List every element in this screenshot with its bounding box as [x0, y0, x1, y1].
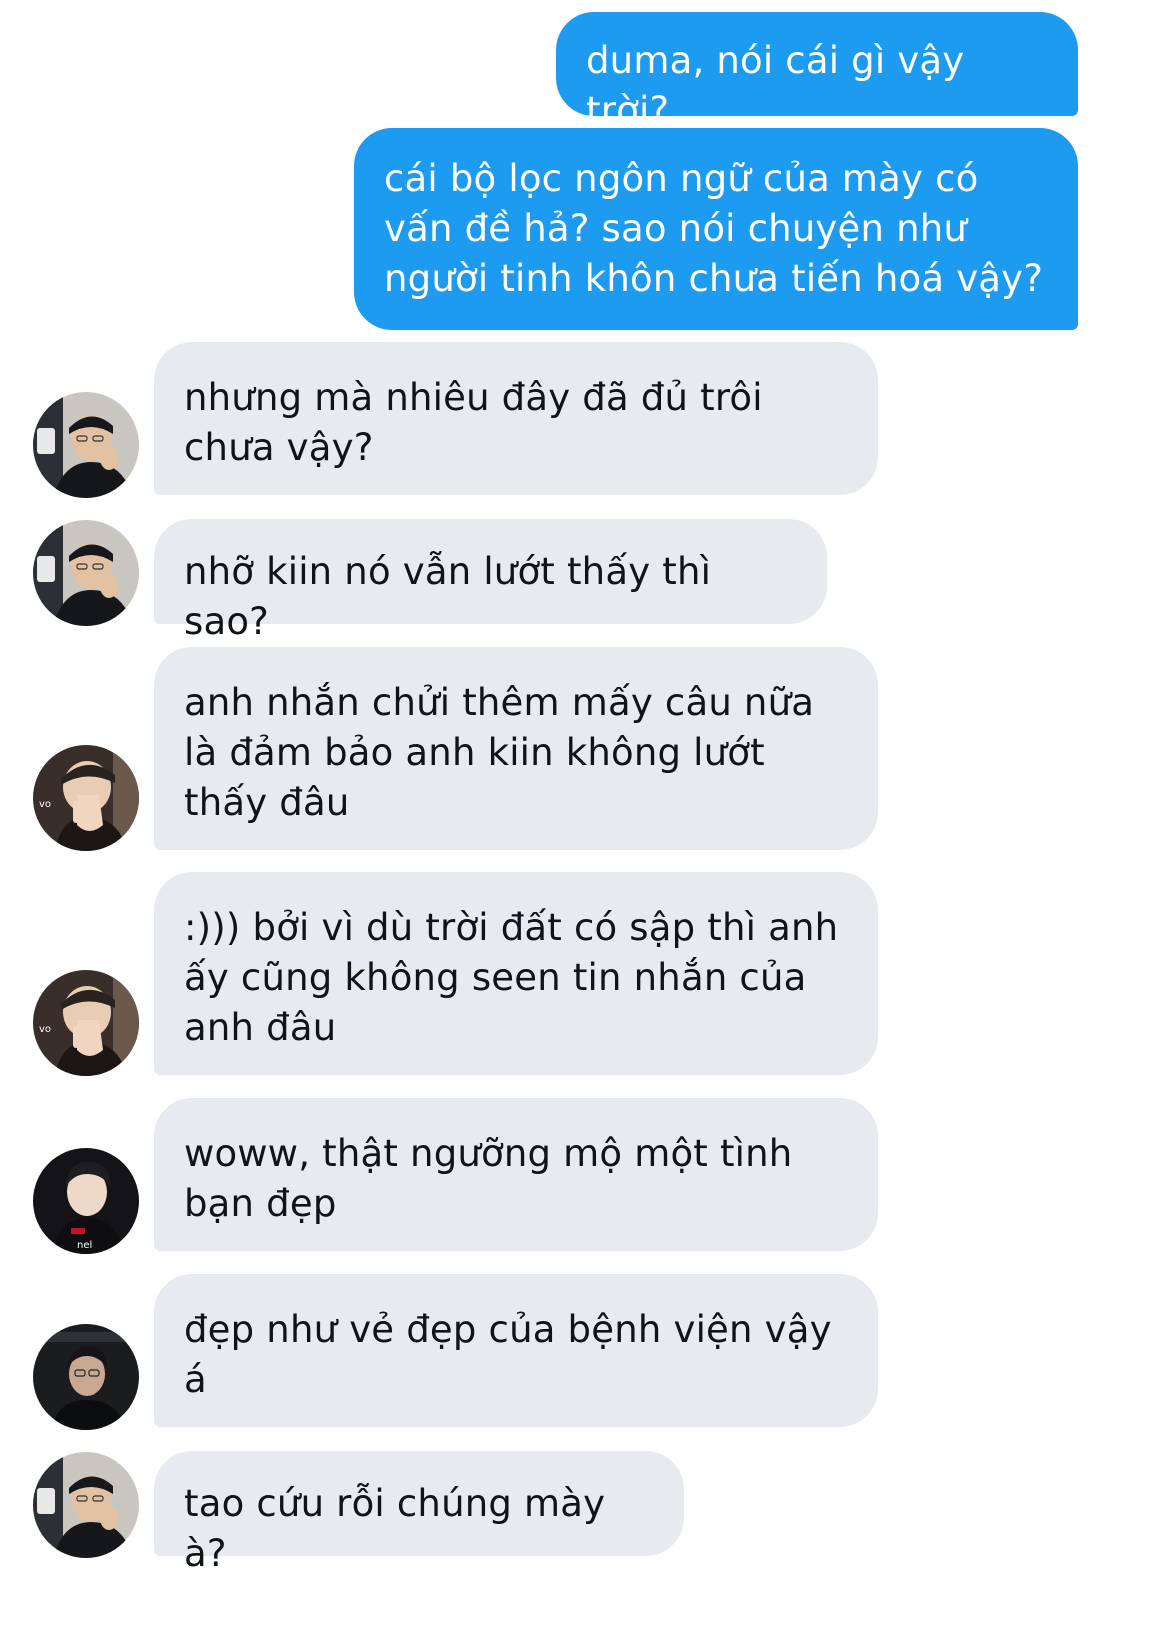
message-bubble-incoming[interactable]: đẹp như vẻ đẹp của bệnh viện vậy á: [154, 1274, 878, 1427]
user-photo-icon: vo: [33, 970, 139, 1076]
avatar-user-a[interactable]: [33, 520, 139, 626]
user-photo-icon: [33, 1324, 139, 1430]
svg-text:nel: nel: [77, 1240, 92, 1251]
message-bubble-incoming[interactable]: :))) bởi vì dù trời đất có sập thì anh ấ…: [154, 872, 878, 1075]
avatar-user-c[interactable]: nel: [33, 1148, 139, 1254]
avatar-user-b[interactable]: vo: [33, 745, 139, 851]
svg-text:vo: vo: [39, 1024, 51, 1035]
message-bubble-outgoing[interactable]: cái bộ lọc ngôn ngữ của mày có vấn đề hả…: [354, 128, 1078, 330]
user-photo-icon: [33, 520, 139, 626]
message-bubble-incoming[interactable]: tao cứu rỗi chúng mày à?: [154, 1451, 684, 1575]
user-photo-icon: vo: [33, 745, 139, 851]
avatar-user-b[interactable]: vo: [33, 970, 139, 1076]
message-bubble-incoming[interactable]: nhưng mà nhiêu đây đã đủ trôi chưa vậy?: [154, 342, 878, 495]
avatar-user-d[interactable]: [33, 1324, 139, 1430]
chat-thread: duma, nói cái gì vậy trời? cái bộ lọc ng…: [0, 0, 1170, 1650]
avatar-user-a[interactable]: [33, 392, 139, 498]
message-bubble-incoming[interactable]: nhỡ kiin nó vẫn lướt thấy thì sao?: [154, 519, 827, 643]
user-photo-icon: [33, 1452, 139, 1558]
user-photo-icon: [33, 392, 139, 498]
message-bubble-incoming[interactable]: woww, thật ngưỡng mộ một tình bạn đẹp: [154, 1098, 878, 1251]
message-bubble-outgoing[interactable]: duma, nói cái gì vậy trời?: [556, 12, 1078, 132]
avatar-user-a[interactable]: [33, 1452, 139, 1558]
message-bubble-incoming[interactable]: anh nhắn chửi thêm mấy câu nữa là đảm bả…: [154, 647, 878, 850]
svg-text:vo: vo: [39, 799, 51, 810]
user-photo-icon: nel: [33, 1148, 139, 1254]
